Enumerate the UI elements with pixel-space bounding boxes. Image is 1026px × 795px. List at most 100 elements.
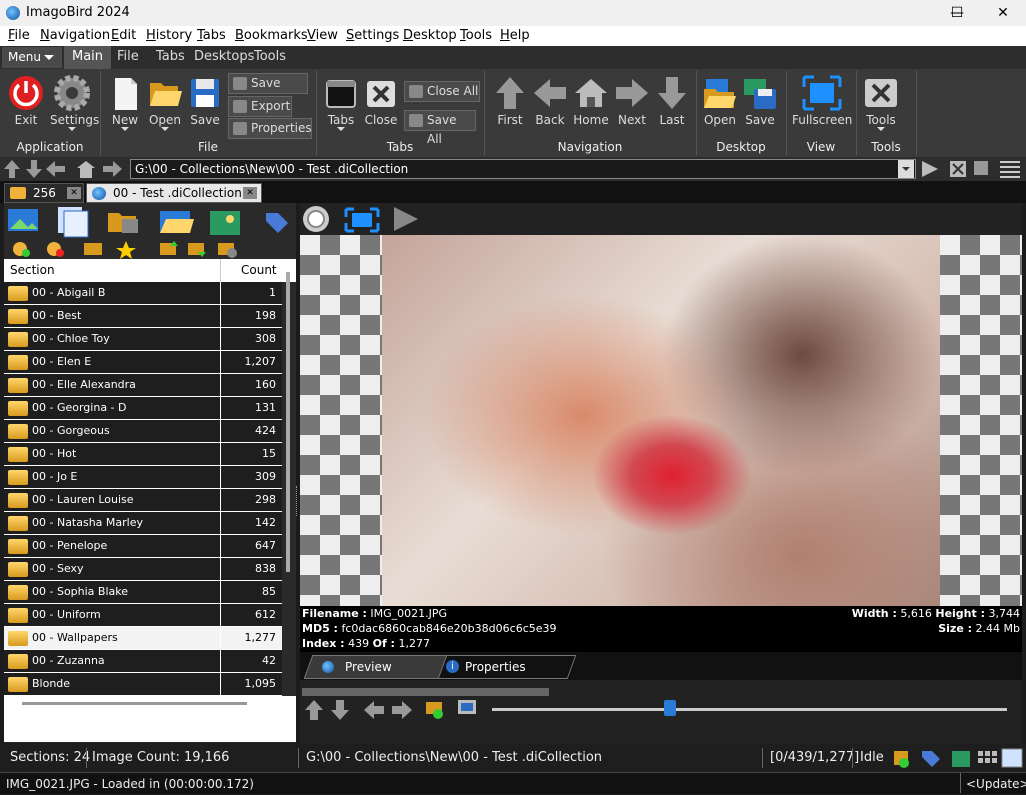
list-item[interactable]: 00 - Abigail B1	[4, 282, 282, 305]
horizontal-scrollbar[interactable]	[22, 702, 247, 705]
list-item[interactable]: 00 - Gorgeous 424	[4, 420, 282, 443]
vertical-scrollbar[interactable]	[286, 272, 290, 572]
fullscreen-button[interactable]: Fullscreen	[792, 73, 852, 127]
section-count: 647	[221, 535, 282, 557]
menu-help[interactable]: Help	[500, 28, 530, 43]
list-item[interactable]: 00 - Georgina - D 131	[4, 397, 282, 420]
menu-desktop[interactable]: Desktop	[403, 28, 457, 43]
menu-history[interactable]: History	[146, 28, 192, 43]
restore-button[interactable]: ☐	[934, 0, 980, 26]
app-menu-button[interactable]: Menu	[2, 47, 62, 68]
list-item[interactable]: 00 - Sexy 838	[4, 558, 282, 581]
list-item[interactable]: 00 - Chloe Toy 308	[4, 328, 282, 351]
section-count: 1,277	[221, 627, 282, 649]
menu-edit[interactable]: Edit	[111, 28, 136, 43]
save-all-button[interactable]: Save All	[404, 110, 476, 146]
menu-tabs[interactable]: Tabs	[197, 28, 226, 43]
exit-button[interactable]: Exit	[6, 73, 46, 127]
close-window-button[interactable]: ✕	[980, 0, 1026, 26]
settings-button[interactable]: Settings	[50, 73, 99, 131]
sections-count: Sections: 24	[10, 750, 91, 765]
home-button[interactable]: Home	[571, 73, 611, 127]
doc-tab-test-collection[interactable]: 00 - Test .diCollection ✕	[86, 183, 262, 203]
list-item[interactable]: 00 - Sophia Blake 85	[4, 581, 282, 604]
pane-splitter[interactable]	[296, 486, 299, 516]
menu-bookmarks[interactable]: Bookmarks	[235, 28, 308, 43]
tab-tools[interactable]: Tools	[246, 46, 294, 69]
list-item[interactable]: 00 - Zuzanna 42	[4, 650, 282, 673]
folder-icon	[8, 401, 28, 416]
properties-button[interactable]: Properties	[228, 118, 312, 139]
tab-file[interactable]: File	[109, 46, 147, 69]
menu-navigation[interactable]: Navigation	[40, 28, 110, 43]
desktop-save-button[interactable]: Save	[740, 73, 780, 127]
desktop-open-button[interactable]: Open	[700, 73, 740, 127]
list-item[interactable]: 00 - Lauren Louise 298	[4, 489, 282, 512]
address-input[interactable]: G:\00 - Collections\New\00 - Test .diCol…	[130, 159, 916, 179]
next-button[interactable]: Next	[612, 73, 652, 127]
group-tools-label: Tools	[871, 140, 901, 154]
address-dropdown-button[interactable]	[898, 160, 914, 178]
close-all-button[interactable]: Close All	[404, 81, 480, 102]
column-section[interactable]: Section	[10, 263, 55, 277]
status-icons[interactable]	[890, 747, 1024, 769]
first-button[interactable]: First	[490, 73, 530, 127]
status-position: [0/439/1,277]	[770, 750, 860, 765]
playback-controls	[300, 680, 1022, 744]
list-item[interactable]: Blonde 1,095	[4, 673, 282, 696]
close-all-icon	[409, 85, 423, 98]
ribbon: Exit Settings Application New Open Save …	[0, 69, 1026, 157]
progress-bar	[302, 688, 549, 696]
column-count[interactable]: Count	[241, 263, 277, 277]
tabs-button[interactable]: Tabs	[322, 73, 360, 131]
list-item[interactable]: 00 - Uniform 612	[4, 604, 282, 627]
window-title: ImagoBird 2024	[26, 5, 130, 20]
last-button[interactable]: Last	[652, 73, 692, 127]
new-button[interactable]: New	[106, 73, 144, 131]
list-item[interactable]: 00 - Natasha Marley 142	[4, 512, 282, 535]
viewer-toolbar	[300, 203, 1022, 235]
width-value: 5,616	[900, 607, 932, 620]
list-item[interactable]: 00 - Wallpapers 1,277	[4, 627, 282, 650]
address-go-icon[interactable]	[920, 159, 1024, 179]
md5-value: fc0dac6860cab846e20b38d06c6c5e39	[341, 622, 557, 635]
tools-icon	[865, 79, 897, 107]
nav-arrows-icon[interactable]	[2, 159, 126, 179]
list-item[interactable]: 00 - Elen E 1,207	[4, 351, 282, 374]
save-as-button[interactable]: Save As...	[228, 73, 308, 109]
menu-file[interactable]: File	[8, 28, 30, 43]
folder-icon	[8, 631, 28, 646]
doc-tab-256[interactable]: 256 ✕	[4, 183, 84, 203]
folder-open-icon	[150, 83, 182, 106]
close-tab-button[interactable]: Close	[362, 73, 400, 127]
tab-main[interactable]: Main	[64, 46, 112, 69]
sections-toolbar-icons[interactable]	[4, 203, 296, 259]
document-tab-bar: 256 ✕ 00 - Test .diCollection ✕	[0, 181, 1026, 203]
list-item[interactable]: 00 - Penelope 647	[4, 535, 282, 558]
folder-icon	[8, 585, 28, 600]
menu-tools[interactable]: Tools	[460, 28, 492, 43]
control-buttons-icons[interactable]	[302, 698, 482, 722]
section-name: 00 - Jo E	[4, 466, 220, 488]
list-item[interactable]: 00 - Jo E 309	[4, 466, 282, 489]
list-item[interactable]: 00 - Hot 15	[4, 443, 282, 466]
close-tab-icon[interactable]: ✕	[67, 187, 81, 199]
update-link[interactable]: <Update>	[966, 773, 1026, 795]
save-all-icon	[409, 114, 423, 127]
save-button[interactable]: Save	[186, 73, 224, 127]
seek-slider-thumb[interactable]	[664, 700, 676, 716]
section-count: 838	[221, 558, 282, 580]
export-button[interactable]: Export	[228, 96, 292, 117]
menu-settings[interactable]: Settings	[346, 28, 399, 43]
open-button[interactable]: Open	[146, 73, 184, 131]
list-item[interactable]: 00 - Best 198	[4, 305, 282, 328]
close-tab-icon[interactable]: ✕	[243, 187, 257, 199]
viewer-toolbar-icons[interactable]	[300, 203, 430, 235]
menu-view[interactable]: View	[307, 28, 338, 43]
back-button[interactable]: Back	[530, 73, 570, 127]
list-item[interactable]: 00 - Elle Alexandra 160	[4, 374, 282, 397]
tools-button[interactable]: Tools	[860, 73, 902, 131]
seek-slider-track[interactable]	[492, 708, 1007, 711]
image-preview[interactable]	[382, 235, 940, 606]
section-name: Blonde	[4, 673, 220, 695]
